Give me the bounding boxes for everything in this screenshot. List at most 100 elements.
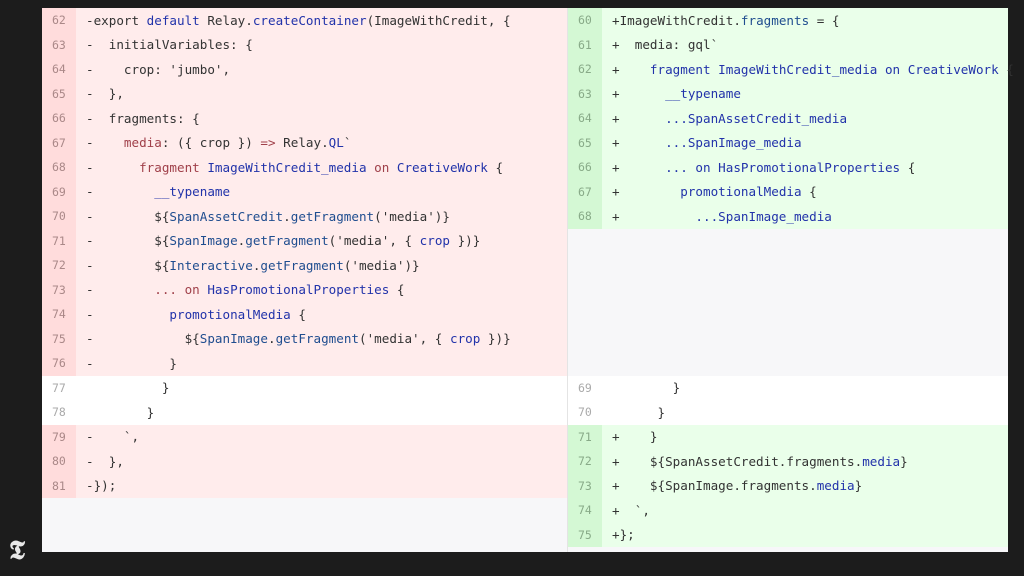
code-token: -});	[86, 478, 117, 494]
line-number[interactable]: 74	[42, 302, 76, 327]
code-text: +ImageWithCredit.fragments = {	[602, 13, 840, 28]
line-number[interactable]: 66	[42, 106, 76, 131]
left-diff-line: 71- ${SpanImage.getFragment('media', { c…	[42, 228, 567, 253]
right-diff-line	[568, 351, 1008, 376]
line-number[interactable]	[568, 327, 602, 352]
line-number[interactable]: 73	[42, 277, 76, 302]
code-token: {	[487, 159, 504, 175]
code-text: - ${SpanImage.getFragment('media', { cro…	[76, 233, 480, 248]
left-diff-line: 81 -});	[42, 473, 567, 498]
line-number[interactable]: 62	[42, 8, 76, 33]
code-token: +ImageWithCredit.	[612, 12, 741, 28]
line-number[interactable]: 69	[568, 375, 602, 400]
code-text: + __typename	[602, 86, 741, 101]
code-token: getFragment	[260, 257, 344, 273]
code-token: + ${SpanAssetCredit.fragments.	[612, 453, 863, 469]
code-text: - ${SpanImage.getFragment('media', { cro…	[76, 331, 511, 346]
right-diff-line	[568, 253, 1008, 278]
code-token: ('media', {	[358, 331, 450, 347]
code-token: +	[612, 135, 666, 151]
right-diff-line: 66 + ... on HasPromotionalProperties {	[568, 155, 1008, 180]
line-number[interactable]: 63	[42, 32, 76, 57]
line-number[interactable]: 60	[568, 8, 602, 33]
right-diff-line: 63 + __typename	[568, 81, 1008, 106]
left-diff-line: 77 }	[42, 375, 567, 400]
left-diff-line: 67- media: ({ crop }) => Relay.QL`	[42, 130, 567, 155]
line-number[interactable]: 63	[568, 81, 602, 106]
line-number[interactable]	[568, 253, 602, 278]
code-token: +	[612, 110, 666, 126]
code-text: + fragment ImageWithCredit_media on Crea…	[602, 62, 1014, 77]
code-token: - ${	[86, 331, 200, 347]
line-number[interactable]: 80	[42, 449, 76, 474]
code-text: - }	[76, 356, 177, 371]
code-text: + ...SpanImage_media	[602, 209, 832, 224]
line-number[interactable]: 66	[568, 155, 602, 180]
code-token: __typename	[665, 86, 741, 102]
code-token: media	[862, 453, 901, 469]
line-number[interactable]: 74	[568, 498, 602, 523]
line-number[interactable]	[568, 351, 602, 376]
line-number[interactable]: 68	[42, 155, 76, 180]
right-diff-line: 61 + media: gql`	[568, 32, 1008, 57]
code-text: - ... on HasPromotionalProperties {	[76, 282, 404, 297]
line-number[interactable]: 76	[42, 351, 76, 376]
code-token: Interactive	[169, 257, 253, 273]
code-token: }	[612, 404, 666, 420]
line-number[interactable]: 67	[568, 179, 602, 204]
code-token: + `,	[612, 502, 650, 518]
line-number[interactable]	[568, 278, 602, 303]
code-text: + ...SpanAssetCredit_media	[602, 111, 847, 126]
line-number[interactable]	[568, 302, 602, 327]
line-number[interactable]: 78	[42, 400, 76, 425]
left-diff-line: 78 }	[42, 400, 567, 425]
code-token: - }	[86, 355, 177, 371]
line-number[interactable]: 79	[42, 424, 76, 449]
line-number[interactable]: 64	[568, 106, 602, 131]
right-diff-line: 64 + ...SpanAssetCredit_media	[568, 106, 1008, 131]
line-number[interactable]: 61	[568, 32, 602, 57]
code-token: : ({ crop })	[161, 135, 261, 151]
code-token: - `,	[86, 429, 140, 445]
left-diff-line: 68- fragment ImageWithCredit_media on Cr…	[42, 155, 567, 180]
code-text: +};	[602, 527, 635, 542]
line-number[interactable]	[568, 229, 602, 254]
code-token: SpanImage	[169, 233, 238, 249]
code-text: }	[602, 380, 681, 395]
code-text: - `,	[76, 429, 139, 444]
line-number[interactable]: 62	[568, 57, 602, 82]
code-token: crop	[419, 233, 450, 249]
code-token: .	[267, 331, 276, 347]
line-number[interactable]: 69	[42, 179, 76, 204]
code-token: default	[146, 12, 208, 28]
code-token: ('media', {	[328, 233, 420, 249]
right-diff-line	[568, 277, 1008, 303]
code-token: promotionalMedia	[169, 306, 291, 322]
left-diff-line: 75- ${SpanImage.getFragment('media', { c…	[42, 326, 567, 351]
line-number[interactable]: 71	[42, 228, 76, 253]
code-token: = {	[809, 12, 840, 28]
line-number[interactable]: 72	[568, 449, 602, 474]
left-diff-line: 66 - fragments: {	[42, 106, 567, 131]
left-diff-line: 72- ${Interactive.getFragment('media')}	[42, 253, 567, 278]
line-number[interactable]: 70	[42, 204, 76, 229]
line-number[interactable]: 71	[568, 424, 602, 449]
left-diff-line: 74- promotionalMedia {	[42, 302, 567, 327]
line-number[interactable]: 68	[568, 204, 602, 229]
line-number[interactable]: 70	[568, 400, 602, 425]
line-number[interactable]: 75	[568, 522, 602, 547]
line-number[interactable]: 64	[42, 57, 76, 82]
code-token: CreativeWork	[396, 159, 488, 175]
line-number[interactable]: 77	[42, 375, 76, 400]
line-number[interactable]: 75	[42, 326, 76, 351]
line-number[interactable]: 81	[42, 473, 76, 498]
code-token: -	[86, 159, 140, 175]
line-number[interactable]: 73	[568, 473, 602, 498]
line-number[interactable]: 65	[42, 81, 76, 106]
right-diff-line: 65 + ...SpanImage_media	[568, 130, 1008, 155]
line-number[interactable]: 72	[42, 253, 76, 278]
line-number[interactable]: 67	[42, 130, 76, 155]
line-number[interactable]: 65	[568, 130, 602, 155]
code-token: }	[854, 478, 863, 494]
code-text: - promotionalMedia {	[76, 307, 306, 322]
